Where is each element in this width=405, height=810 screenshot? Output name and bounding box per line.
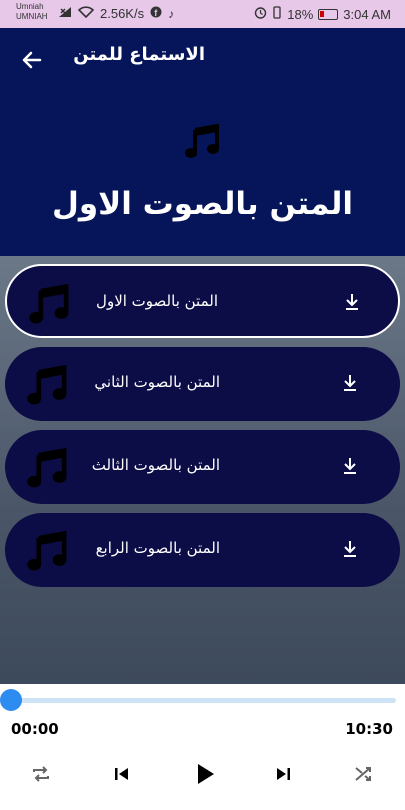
- status-right: 18% 3:04 AM: [254, 6, 391, 22]
- track-item-1[interactable]: المتن بالصوت الاول: [5, 264, 400, 338]
- music-note-icon: [27, 282, 73, 328]
- carrier-secondary: UMNIAH: [16, 12, 48, 21]
- now-playing-title: المتن بالصوت الاول: [51, 186, 354, 222]
- audio-player: 00:00 10:30: [0, 684, 405, 810]
- seek-bar[interactable]: [10, 698, 396, 703]
- carrier-names: Umniah UMNIAH: [16, 2, 48, 22]
- seek-thumb[interactable]: [0, 689, 22, 711]
- vibrate-icon: [272, 6, 282, 22]
- signal-icon: [58, 6, 72, 21]
- network-speed: 2.56K/s: [100, 6, 145, 21]
- track-item-3[interactable]: المتن بالصوت الثالث: [5, 430, 400, 504]
- next-icon[interactable]: [271, 762, 295, 786]
- repeat-icon[interactable]: [29, 762, 53, 786]
- download-icon[interactable]: [342, 540, 358, 558]
- track-list: المتن بالصوت الاول المتن بالصوت الثاني ا…: [0, 256, 405, 684]
- download-icon[interactable]: [342, 457, 358, 475]
- page-title: الاستماع للمتن: [73, 44, 205, 65]
- track-item-4[interactable]: المتن بالصوت الرابع: [5, 513, 400, 587]
- play-icon[interactable]: [191, 760, 219, 788]
- total-time: 10:30: [345, 720, 393, 738]
- track-label: المتن بالصوت الاول: [96, 292, 218, 310]
- previous-icon[interactable]: [110, 762, 134, 786]
- wifi-icon: [77, 6, 95, 21]
- track-label: المتن بالصوت الرابع: [95, 539, 220, 557]
- shuffle-icon[interactable]: [352, 762, 376, 786]
- track-label: المتن بالصوت الثالث: [91, 456, 220, 474]
- battery-percent: 18%: [287, 6, 314, 22]
- current-time: 00:00: [11, 720, 59, 738]
- music-note-icon: [25, 363, 71, 409]
- status-left: 2.56K/s f ♪: [58, 6, 174, 21]
- track-label: المتن بالصوت الثاني: [94, 373, 220, 391]
- clock: 3:04 AM: [343, 6, 391, 22]
- carrier-primary: Umniah: [16, 2, 44, 11]
- music-notification-icon: ♪: [168, 6, 175, 21]
- music-note-icon: [25, 529, 71, 575]
- status-bar: Umniah UMNIAH 2.56K/s f ♪ 18% 3:04 AM: [0, 0, 405, 28]
- facebook-icon: f: [150, 6, 162, 21]
- battery-icon: [318, 8, 339, 20]
- track-item-2[interactable]: المتن بالصوت الثاني: [5, 347, 400, 421]
- header: الاستماع للمتن المتن بالصوت الاول: [0, 28, 405, 256]
- download-icon[interactable]: [344, 293, 360, 311]
- music-note-icon: [183, 122, 223, 162]
- alarm-icon: [254, 6, 267, 22]
- music-note-icon: [25, 446, 71, 492]
- back-arrow-icon[interactable]: [18, 46, 46, 74]
- download-icon[interactable]: [342, 374, 358, 392]
